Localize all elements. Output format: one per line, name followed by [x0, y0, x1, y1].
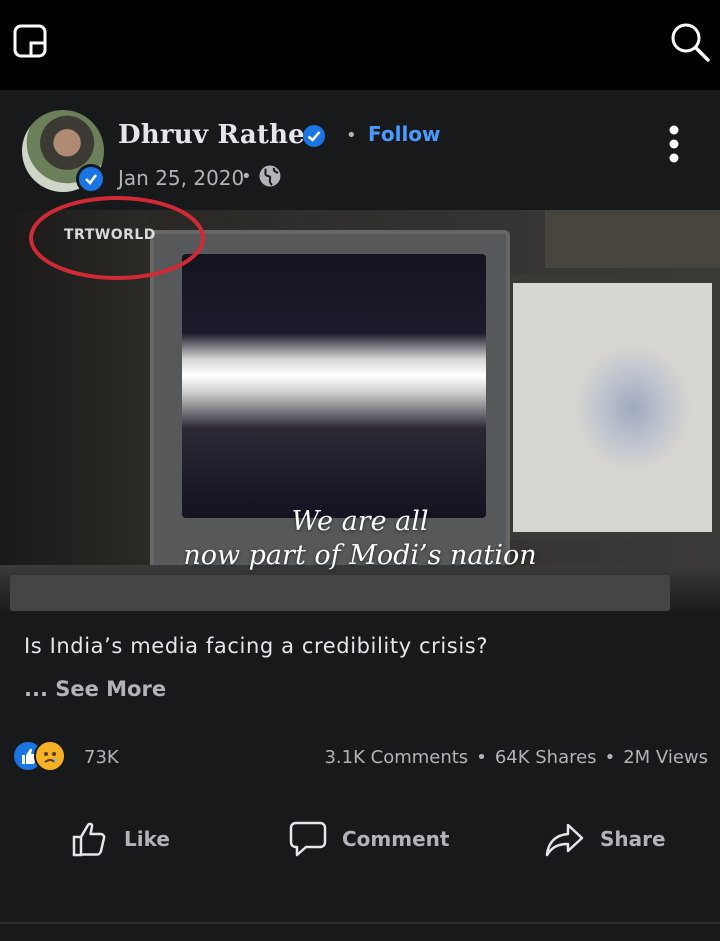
- video-caption: We are all now part of Modi’s nation: [0, 505, 720, 573]
- comments-count[interactable]: 3.1K Comments: [324, 747, 468, 768]
- post-date[interactable]: Jan 25, 2020: [118, 166, 244, 190]
- share-label: Share: [600, 827, 666, 851]
- like-label: Like: [124, 827, 170, 851]
- shares-count[interactable]: 64K Shares: [495, 747, 597, 768]
- verified-badge-icon: [76, 164, 106, 194]
- engagement-stats: 3.1K Comments • 64K Shares • 2M Views: [324, 747, 708, 768]
- thumbs-up-icon: [72, 822, 106, 857]
- share-button[interactable]: Share: [544, 808, 666, 870]
- post-header: Dhruv Rathee • Follow Jan 25, 2020 •: [0, 90, 720, 210]
- like-button[interactable]: Like: [70, 808, 170, 870]
- verified-icon: [303, 125, 325, 147]
- square-corner-icon[interactable]: [12, 23, 48, 59]
- views-count: 2M Views: [623, 747, 708, 768]
- share-arrow-icon: [545, 823, 584, 857]
- search-icon[interactable]: [668, 20, 712, 64]
- dot-separator: •: [241, 166, 252, 187]
- avatar[interactable]: [22, 110, 106, 194]
- more-vertical-icon[interactable]: [664, 124, 684, 164]
- see-more-link[interactable]: ... See More: [24, 677, 166, 701]
- dot-separator: •: [346, 125, 357, 146]
- divider: [0, 922, 720, 924]
- background-monitor: [505, 275, 720, 540]
- top-bar: [0, 0, 720, 90]
- comment-label: Comment: [342, 827, 450, 851]
- caption-line-1: We are all: [291, 506, 429, 537]
- author-name[interactable]: Dhruv Rathee: [118, 120, 322, 150]
- reaction-count[interactable]: 73K: [84, 747, 119, 768]
- post-actions: Like Comment Share: [0, 808, 720, 870]
- follow-button[interactable]: Follow: [368, 122, 441, 146]
- monitor-screen: [182, 254, 486, 518]
- comment-button[interactable]: Comment: [288, 808, 449, 870]
- comment-bubble-icon: [289, 821, 327, 857]
- trt-world-logo: TRTWORLD: [64, 227, 156, 243]
- caption-line-2: now part of Modi’s nation: [183, 540, 537, 571]
- sad-reaction-icon: [34, 740, 66, 772]
- post-text: Is India’s media facing a credibility cr…: [24, 634, 489, 658]
- globe-icon: [259, 165, 281, 187]
